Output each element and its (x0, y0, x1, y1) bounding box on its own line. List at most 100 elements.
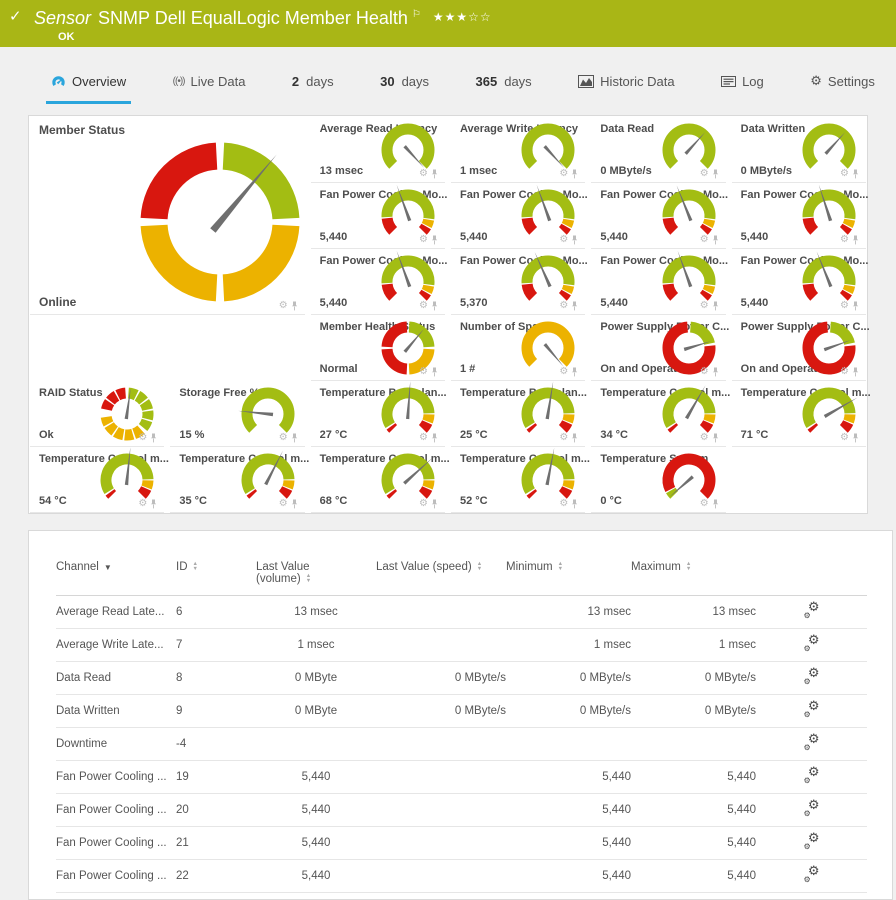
gauge-cell[interactable]: Data Written0 MByte/s⚙ (732, 117, 866, 183)
channel-settings-icon[interactable]: ⚙⚙ (804, 636, 820, 651)
gauge-cell[interactable]: Fan Power Cooling Mo...5,440⚙ (311, 183, 445, 249)
gauge-cell[interactable]: Power Supply Power C...On and Operating⚙ (732, 315, 866, 381)
gauge-cell[interactable]: Average Write Latency1 msec⚙ (451, 117, 585, 183)
gauge-cell[interactable]: Power Supply Power C...On and Operating⚙ (591, 315, 725, 381)
pin-icon[interactable] (712, 499, 719, 509)
col-header-channel[interactable]: Channel▼ (56, 557, 176, 596)
channel-settings-icon[interactable]: ⚙⚙ (804, 702, 820, 717)
pin-icon[interactable] (431, 499, 438, 509)
gear-icon[interactable]: ⚙ (419, 367, 428, 377)
gear-icon[interactable]: ⚙ (279, 499, 288, 509)
gear-icon[interactable]: ⚙ (559, 433, 568, 443)
flag-icon[interactable]: ⚐ (412, 9, 421, 20)
pin-icon[interactable] (852, 169, 859, 179)
tab-2-days[interactable]: 2days (287, 74, 339, 104)
col-header-last-value-speed[interactable]: Last Value (speed)▲▼ (376, 557, 506, 596)
pin-icon[interactable] (291, 433, 298, 443)
gear-icon[interactable]: ⚙ (138, 499, 147, 509)
priority-stars[interactable]: ★★★☆☆ (433, 10, 492, 24)
gear-icon[interactable]: ⚙ (700, 235, 709, 245)
cell-channel[interactable]: Data Read (56, 662, 176, 695)
gauge-cell[interactable]: Temperature Control m...54 °C⚙ (30, 447, 164, 513)
pin-icon[interactable] (852, 433, 859, 443)
gauge-cell[interactable]: Temperature System0 °C⚙ (591, 447, 725, 513)
col-header-id[interactable]: ID▲▼ (176, 557, 256, 596)
pin-icon[interactable] (571, 301, 578, 311)
gear-icon[interactable]: ⚙ (419, 433, 428, 443)
col-header-last-value-volume[interactable]: Last Value(volume)▲▼ (256, 557, 376, 596)
gear-icon[interactable]: ⚙ (700, 367, 709, 377)
gauge-cell[interactable]: Fan Power Cooling Mo...5,440⚙ (591, 249, 725, 315)
gauge-cell[interactable]: Temperature Backplan...27 °C⚙ (311, 381, 445, 447)
channel-settings-icon[interactable]: ⚙⚙ (804, 768, 820, 783)
pin-icon[interactable] (712, 169, 719, 179)
gauge-cell[interactable]: Temperature Control m...35 °C⚙ (170, 447, 304, 513)
pin-icon[interactable] (150, 433, 157, 443)
gear-icon[interactable]: ⚙ (840, 235, 849, 245)
channel-settings-icon[interactable]: ⚙⚙ (804, 669, 820, 684)
gear-icon[interactable]: ⚙ (700, 169, 709, 179)
pin-icon[interactable] (712, 301, 719, 311)
gear-icon[interactable]: ⚙ (559, 235, 568, 245)
gauge-cell[interactable]: Fan Power Cooling Mo...5,440⚙ (591, 183, 725, 249)
gear-icon[interactable]: ⚙ (559, 499, 568, 509)
gear-icon[interactable]: ⚙ (700, 433, 709, 443)
gauge-cell[interactable]: Number of Spares1 #⚙ (451, 315, 585, 381)
gauge-cell[interactable]: Member Health StatusNormal⚙ (311, 315, 445, 381)
gauge-cell[interactable]: RAID StatusOk⚙ (30, 381, 164, 447)
cell-channel[interactable]: Average Write Late... (56, 629, 176, 662)
col-header-maximum[interactable]: Maximum▲▼ (631, 557, 756, 596)
cell-channel[interactable]: Fan Power Cooling ... (56, 761, 176, 794)
pin-icon[interactable] (852, 301, 859, 311)
gauge-cell[interactable]: Temperature Control m...52 °C⚙ (451, 447, 585, 513)
cell-channel[interactable]: Fan Power Cooling ... (56, 860, 176, 893)
gear-icon[interactable]: ⚙ (840, 301, 849, 311)
gauge-cell[interactable]: Fan Power Cooling Mo...5,370⚙ (451, 249, 585, 315)
pin-icon[interactable] (571, 367, 578, 377)
tab-log[interactable]: Log (716, 74, 769, 104)
gear-icon[interactable]: ⚙ (840, 169, 849, 179)
pin-icon[interactable] (571, 169, 578, 179)
gear-icon[interactable]: ⚙ (559, 367, 568, 377)
channel-settings-icon[interactable]: ⚙⚙ (804, 801, 820, 816)
pin-icon[interactable] (712, 367, 719, 377)
gear-icon[interactable]: ⚙ (138, 433, 147, 443)
gear-icon[interactable]: ⚙ (419, 301, 428, 311)
gear-icon[interactable]: ⚙ (279, 433, 288, 443)
pin-icon[interactable] (431, 169, 438, 179)
gear-icon[interactable]: ⚙ (279, 301, 288, 311)
gear-icon[interactable]: ⚙ (840, 433, 849, 443)
gauge-cell[interactable]: Fan Power Cooling Mo...5,440⚙ (732, 249, 866, 315)
pin-icon[interactable] (571, 235, 578, 245)
tab-live-data[interactable]: ((•))Live Data (168, 74, 251, 104)
cell-channel[interactable]: Data Written (56, 695, 176, 728)
cell-channel[interactable]: Downtime (56, 728, 176, 761)
pin-icon[interactable] (291, 499, 298, 509)
pin-icon[interactable] (852, 367, 859, 377)
pin-icon[interactable] (852, 235, 859, 245)
gear-icon[interactable]: ⚙ (419, 169, 428, 179)
channel-settings-icon[interactable]: ⚙⚙ (804, 735, 820, 750)
pin-icon[interactable] (712, 235, 719, 245)
gear-icon[interactable]: ⚙ (700, 301, 709, 311)
gauge-cell[interactable]: Data Read0 MByte/s⚙ (591, 117, 725, 183)
channel-settings-icon[interactable]: ⚙⚙ (804, 603, 820, 618)
pin-icon[interactable] (431, 367, 438, 377)
tab-overview[interactable]: Overview (46, 74, 131, 104)
pin-icon[interactable] (712, 433, 719, 443)
gauge-cell[interactable]: Fan Power Cooling Mo...5,440⚙ (451, 183, 585, 249)
gauge-cell[interactable]: Temperature Backplan...25 °C⚙ (451, 381, 585, 447)
gear-icon[interactable]: ⚙ (700, 499, 709, 509)
tab-settings[interactable]: ⚙Settings (805, 73, 880, 104)
gauge-cell[interactable]: Fan Power Cooling Mo...5,440⚙ (311, 249, 445, 315)
gear-icon[interactable]: ⚙ (419, 499, 428, 509)
pin-icon[interactable] (150, 499, 157, 509)
gear-icon[interactable]: ⚙ (559, 169, 568, 179)
pin-icon[interactable] (571, 499, 578, 509)
gauge-cell[interactable]: Average Read Latency13 msec⚙ (311, 117, 445, 183)
gauge-cell-member-status[interactable]: Member StatusOnline⚙ (30, 117, 305, 315)
cell-channel[interactable]: Fan Power Cooling ... (56, 794, 176, 827)
tab-365-days[interactable]: 365days (471, 74, 537, 104)
gauge-cell[interactable]: Temperature Control m...68 °C⚙ (311, 447, 445, 513)
cell-channel[interactable]: Average Read Late... (56, 596, 176, 629)
